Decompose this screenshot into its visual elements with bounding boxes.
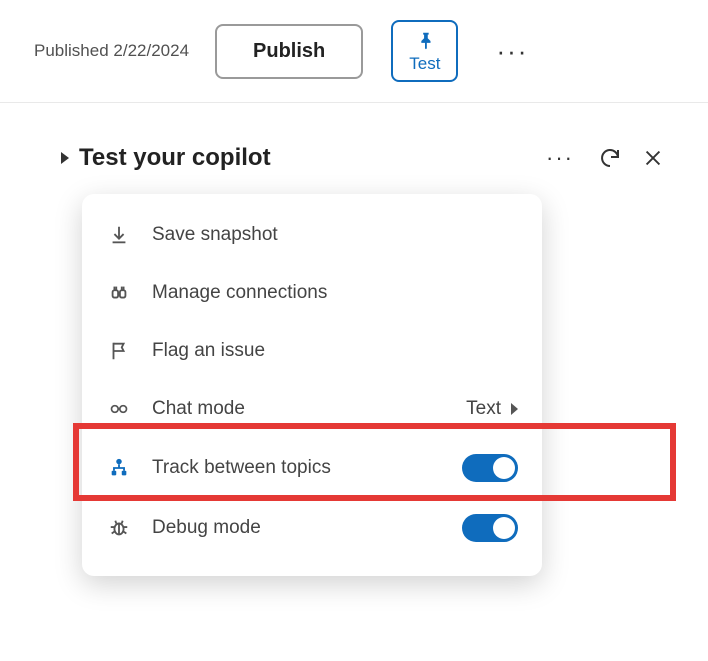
refresh-button[interactable]	[598, 146, 622, 170]
panel-title: Test your copilot	[79, 144, 532, 172]
published-label: Published 2/22/2024	[34, 41, 189, 61]
menu-flag-issue[interactable]: Flag an issue	[82, 322, 542, 380]
test-panel: Test your copilot ··· Save snapshot Mana…	[64, 144, 664, 576]
pin-icon	[414, 30, 436, 52]
menu-item-label: Flag an issue	[152, 340, 518, 362]
menu-chat-mode[interactable]: Chat mode Text	[82, 380, 542, 438]
sitemap-icon	[106, 455, 132, 481]
panel-header: Test your copilot ···	[64, 144, 664, 172]
menu-item-label: Manage connections	[152, 282, 518, 304]
menu-track-between-topics[interactable]: Track between topics	[82, 438, 542, 498]
flag-icon	[106, 338, 132, 364]
panel-more-button[interactable]: ···	[542, 145, 578, 171]
publish-button[interactable]: Publish	[215, 24, 363, 79]
panel-menu: Save snapshot Manage connections Flag an…	[82, 194, 542, 576]
menu-item-label: Save snapshot	[152, 224, 518, 246]
chat-mode-value: Text	[466, 398, 501, 420]
plug-icon	[106, 280, 132, 306]
chevron-right-icon	[511, 403, 518, 415]
menu-save-snapshot[interactable]: Save snapshot	[82, 206, 542, 264]
toolbar-more-button[interactable]: ···	[488, 30, 536, 73]
test-tab-button[interactable]: Test	[391, 20, 458, 82]
menu-item-label: Track between topics	[152, 457, 442, 479]
download-icon	[106, 222, 132, 248]
test-button-label: Test	[409, 54, 440, 74]
glasses-icon	[106, 396, 132, 422]
collapse-icon[interactable]	[61, 152, 69, 164]
menu-manage-connections[interactable]: Manage connections	[82, 264, 542, 322]
bug-icon	[106, 515, 132, 541]
close-button[interactable]	[642, 147, 664, 169]
track-topics-toggle[interactable]	[462, 454, 518, 482]
panel-header-actions: ···	[542, 145, 664, 171]
menu-item-label: Debug mode	[152, 517, 442, 539]
chat-mode-value-nav: Text	[466, 398, 518, 420]
debug-mode-toggle[interactable]	[462, 514, 518, 542]
menu-item-label: Chat mode	[152, 398, 446, 420]
menu-debug-mode[interactable]: Debug mode	[82, 498, 542, 558]
top-toolbar: Published 2/22/2024 Publish Test ···	[0, 0, 708, 103]
